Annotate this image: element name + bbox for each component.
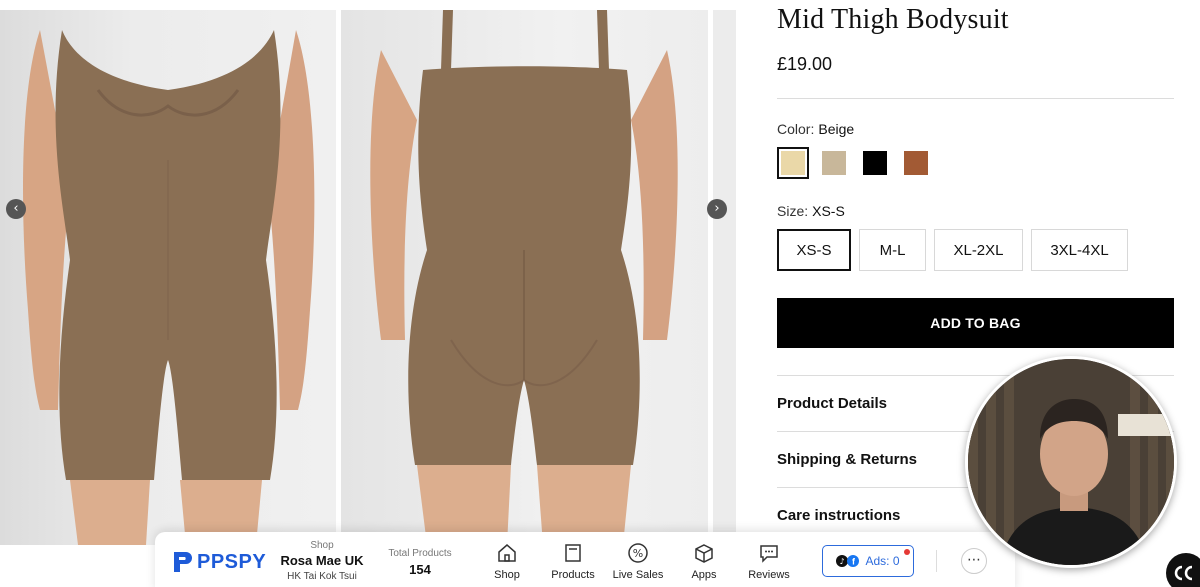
color-swatch-taupe[interactable] bbox=[818, 147, 850, 179]
nav-label: Reviews bbox=[748, 569, 790, 581]
color-value: Beige bbox=[818, 121, 855, 137]
nav-label: Shop bbox=[494, 569, 520, 581]
ppspy-nav-shop[interactable]: Shop bbox=[472, 542, 542, 581]
ppspy-nav-products[interactable]: Products bbox=[538, 542, 608, 581]
ppspy-total-products: Total Products 154 bbox=[381, 548, 459, 577]
ppspy-logo-text: PPSPY bbox=[197, 550, 267, 573]
swatch-fill bbox=[781, 151, 805, 175]
product-title: Mid Thigh Bodysuit bbox=[777, 4, 1009, 35]
ads-label: Ads: 0 bbox=[865, 554, 900, 568]
divider bbox=[936, 550, 937, 572]
product-page: ‹ › Mid Thigh Bodysuit £19.00 Color: Beig… bbox=[0, 0, 1200, 587]
color-swatches bbox=[777, 147, 932, 179]
chevron-left-icon[interactable]: ‹ bbox=[6, 199, 26, 219]
box-icon bbox=[695, 544, 713, 563]
accordion-care-instructions[interactable]: Care instructions bbox=[777, 507, 900, 524]
size-value: XS-S bbox=[812, 203, 845, 219]
shop-location: HK Tai Kok Tsui bbox=[287, 571, 357, 582]
ads-button[interactable]: ♪ f Ads: 0 bbox=[822, 545, 914, 577]
chat-icon bbox=[760, 545, 778, 563]
size-label: Size: bbox=[777, 203, 809, 219]
size-option-xl-2xl[interactable]: XL-2XL bbox=[934, 229, 1023, 271]
shop-icon bbox=[498, 544, 516, 562]
total-products-value: 154 bbox=[409, 562, 431, 577]
tiktok-facebook-icon: ♪ f bbox=[836, 555, 860, 567]
total-products-caption: Total Products bbox=[388, 548, 452, 559]
size-option-label: Size: XS-S bbox=[777, 203, 845, 219]
cc-icon bbox=[1174, 565, 1193, 581]
products-icon bbox=[565, 544, 581, 562]
product-gallery: ‹ › bbox=[0, 0, 736, 545]
color-swatch-black[interactable] bbox=[859, 147, 891, 179]
size-options: XS-S M-L XL-2XL 3XL-4XL bbox=[777, 229, 1128, 271]
percent-icon: % bbox=[628, 543, 648, 563]
size-option-3xl-4xl[interactable]: 3XL-4XL bbox=[1031, 229, 1128, 271]
add-to-bag-button[interactable]: ADD TO BAG bbox=[777, 298, 1174, 348]
webcam-overlay bbox=[965, 356, 1177, 568]
shop-caption: Shop bbox=[310, 540, 334, 551]
svg-text:%: % bbox=[633, 547, 643, 560]
chevron-right-icon[interactable]: › bbox=[707, 199, 727, 219]
svg-text:♪: ♪ bbox=[840, 557, 845, 566]
ppspy-nav-reviews[interactable]: Reviews bbox=[734, 542, 804, 581]
product-price: £19.00 bbox=[777, 54, 833, 74]
size-option-m-l[interactable]: M-L bbox=[859, 229, 926, 271]
accordion-product-details[interactable]: Product Details bbox=[777, 395, 887, 412]
nav-label: Products bbox=[551, 569, 595, 581]
bodysuit-front-illustration bbox=[23, 30, 315, 545]
accordion-shipping-returns[interactable]: Shipping & Returns bbox=[777, 451, 917, 468]
presenter-video-feed bbox=[968, 359, 1174, 565]
color-option-label: Color: Beige bbox=[777, 121, 854, 137]
nav-label: Apps bbox=[691, 569, 717, 581]
swatch-fill bbox=[863, 151, 887, 175]
product-image-front[interactable] bbox=[0, 10, 336, 545]
nav-label: Live Sales bbox=[612, 569, 664, 581]
notification-dot bbox=[904, 549, 910, 555]
color-swatch-brown[interactable] bbox=[900, 147, 932, 179]
product-image-back[interactable] bbox=[341, 10, 708, 545]
color-label: Color: bbox=[777, 121, 815, 137]
closed-captions-button[interactable] bbox=[1166, 553, 1200, 587]
divider bbox=[777, 98, 1174, 99]
ppspy-nav-apps[interactable]: Apps bbox=[669, 542, 739, 581]
ppspy-nav-live-sales[interactable]: % Live Sales bbox=[603, 542, 673, 581]
color-swatch-beige[interactable] bbox=[777, 147, 809, 179]
swatch-fill bbox=[822, 151, 846, 175]
shop-name: Rosa Mae UK bbox=[280, 553, 364, 568]
ppspy-toolbar: PPSPY Shop Rosa Mae UK HK Tai Kok Tsui T… bbox=[155, 532, 1015, 587]
ppspy-shop-info: Shop Rosa Mae UK HK Tai Kok Tsui bbox=[275, 540, 369, 582]
bodysuit-back-illustration bbox=[370, 10, 678, 545]
ppspy-logo-icon bbox=[174, 552, 192, 572]
more-options-icon[interactable]: ⋯ bbox=[961, 548, 987, 574]
ppspy-logo[interactable]: PPSPY bbox=[172, 550, 266, 574]
product-image-next-peek[interactable] bbox=[713, 10, 736, 545]
swatch-fill bbox=[904, 151, 928, 175]
size-option-xs-s[interactable]: XS-S bbox=[777, 229, 851, 271]
